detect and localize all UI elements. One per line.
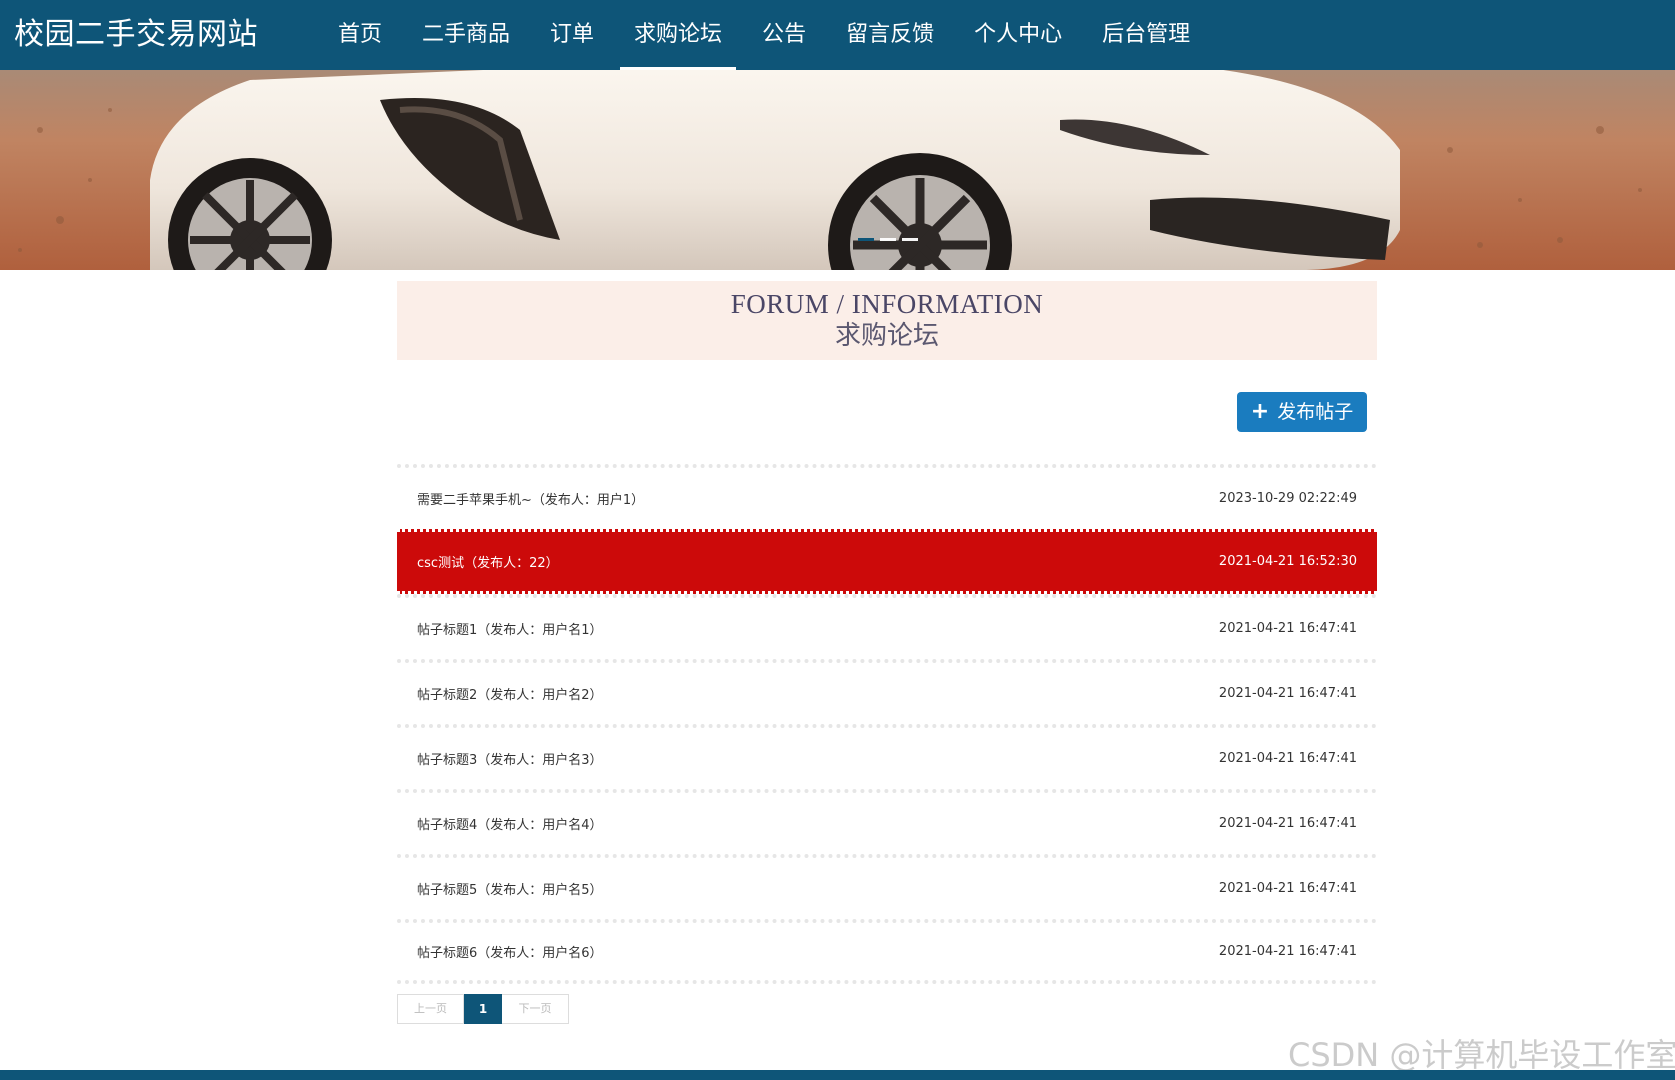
post-time: 2021-04-21 16:47:41	[1218, 686, 1357, 701]
post-time: 2023-10-29 02:22:49	[1218, 491, 1357, 506]
section-title-en: FORUM / INFORMATION	[730, 289, 1044, 319]
list-item[interactable]: 帖子标题4（发布人：用户名4） 2021-04-21 16:47:41	[397, 789, 1377, 854]
publish-post-button[interactable]: + 发布帖子	[1237, 392, 1367, 432]
prev-page-button[interactable]: 上一页	[397, 994, 464, 1024]
main-nav: 首页 二手商品 订单 求购论坛 公告 留言反馈 个人中心 后台管理	[318, 0, 1210, 70]
car-photo	[0, 70, 1675, 270]
post-time: 2021-04-21 16:47:41	[1218, 944, 1357, 959]
section-title-box: FORUM / INFORMATION 求购论坛	[397, 281, 1377, 360]
carousel-dot[interactable]	[902, 238, 918, 241]
page-number-button[interactable]: 1	[464, 994, 502, 1024]
list-item[interactable]: 帖子标题3（发布人：用户名3） 2021-04-21 16:47:41	[397, 724, 1377, 789]
list-item[interactable]: csc测试（发布人：22） 2021-04-21 16:52:30	[397, 529, 1377, 594]
list-item[interactable]: 需要二手苹果手机~（发布人：用户1） 2023-10-29 02:22:49	[397, 464, 1377, 529]
nav-item-orders[interactable]: 订单	[530, 0, 614, 70]
carousel-indicators	[858, 238, 918, 241]
post-time: 2021-04-21 16:52:30	[1218, 554, 1357, 569]
publish-post-label: 发布帖子	[1277, 401, 1354, 423]
post-list: 需要二手苹果手机~（发布人：用户1） 2023-10-29 02:22:49 c…	[397, 464, 1377, 984]
carousel-dot[interactable]	[858, 238, 874, 241]
nav-item-home[interactable]: 首页	[318, 0, 402, 70]
nav-item-admin[interactable]: 后台管理	[1082, 0, 1210, 70]
post-time: 2021-04-21 16:47:41	[1218, 816, 1357, 831]
site-title[interactable]: 校园二手交易网站	[14, 0, 258, 70]
pagination: 上一页 1 下一页	[397, 994, 569, 1024]
next-page-button[interactable]: 下一页	[502, 994, 569, 1024]
footer-bar	[0, 1070, 1675, 1080]
post-title[interactable]: 帖子标题2（发布人：用户名2）	[417, 684, 603, 703]
section-title-cn: 求购论坛	[834, 321, 939, 351]
list-item[interactable]: 帖子标题5（发布人：用户名5） 2021-04-21 16:47:41	[397, 854, 1377, 919]
post-title[interactable]: 帖子标题6（发布人：用户名6）	[417, 942, 603, 961]
list-item[interactable]: 帖子标题2（发布人：用户名2） 2021-04-21 16:47:41	[397, 659, 1377, 724]
nav-item-goods[interactable]: 二手商品	[402, 0, 530, 70]
list-item[interactable]: 帖子标题1（发布人：用户名1） 2021-04-21 16:47:41	[397, 594, 1377, 659]
nav-item-notice[interactable]: 公告	[742, 0, 826, 70]
post-time: 2021-04-21 16:47:41	[1218, 881, 1357, 896]
plus-icon: +	[1250, 399, 1270, 424]
carousel-dot[interactable]	[880, 238, 896, 241]
post-title[interactable]: 帖子标题5（发布人：用户名5）	[417, 879, 603, 898]
banner-carousel[interactable]	[0, 70, 1675, 270]
post-title[interactable]: 需要二手苹果手机~（发布人：用户1）	[417, 489, 644, 508]
nav-item-profile[interactable]: 个人中心	[954, 0, 1082, 70]
post-title[interactable]: csc测试（发布人：22）	[417, 552, 559, 571]
post-title[interactable]: 帖子标题1（发布人：用户名1）	[417, 619, 603, 638]
post-time: 2021-04-21 16:47:41	[1218, 751, 1357, 766]
post-title[interactable]: 帖子标题3（发布人：用户名3）	[417, 749, 603, 768]
post-time: 2021-04-21 16:47:41	[1218, 621, 1357, 636]
nav-item-feedback[interactable]: 留言反馈	[826, 0, 954, 70]
list-item[interactable]: 帖子标题6（发布人：用户名6） 2021-04-21 16:47:41	[397, 919, 1377, 984]
top-nav-bar: 校园二手交易网站 首页 二手商品 订单 求购论坛 公告 留言反馈 个人中心 后台…	[0, 0, 1675, 70]
post-title[interactable]: 帖子标题4（发布人：用户名4）	[417, 814, 603, 833]
nav-item-forum[interactable]: 求购论坛	[614, 0, 742, 70]
